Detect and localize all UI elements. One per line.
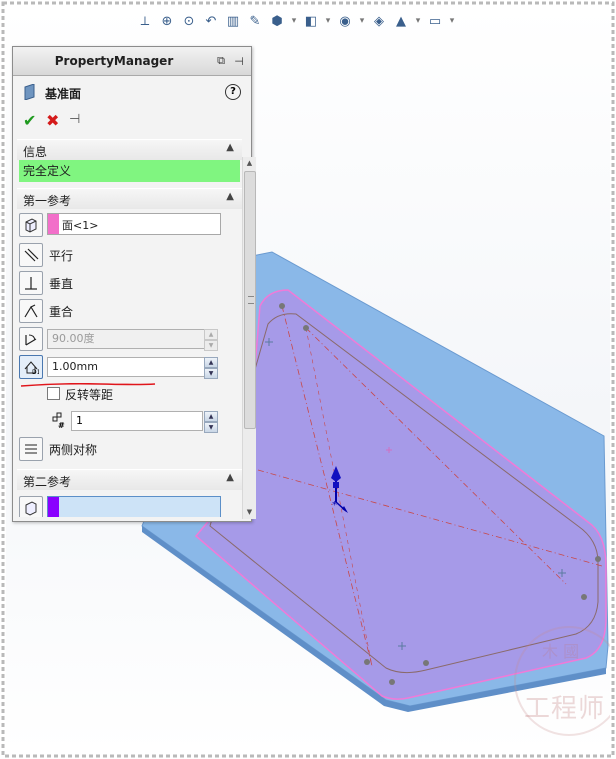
svg-text:D1: D1	[32, 369, 39, 375]
mid-plane-label: 两侧对称	[49, 443, 98, 457]
selection-color-swatch	[48, 214, 59, 234]
second-reference-selection-row	[17, 494, 242, 517]
view-settings-icon[interactable]: ▭	[426, 12, 444, 30]
zoom-area-icon[interactable]: ⊙	[180, 12, 198, 30]
dynamic-annotation-icon[interactable]: ✎	[246, 12, 264, 30]
display-style-icon[interactable]: ◧	[302, 12, 320, 30]
property-sections: 信息 ▲ 完全定义 第一参考 ▲ 面<1> 平行 垂直 重合 90.00度 ▲ …	[17, 139, 242, 517]
panel-scrollbar[interactable]: ▲ ▼	[242, 157, 256, 519]
instance-count-icon: #	[49, 412, 67, 430]
first-reference-selection-row: 面<1>	[17, 211, 242, 241]
collapse-panel-icon[interactable]: ⧉	[213, 53, 229, 69]
offset-distance-spinner[interactable]: ▲ ▼	[204, 357, 218, 379]
angle-spinner[interactable]: ▲ ▼	[204, 329, 218, 351]
mid-plane-option[interactable]: 两侧对称	[17, 435, 242, 465]
property-manager-panel: PropertyManager ⧉ ⊣ 基准面 ? ✔ ✖ ⊣ 信息 ▲ 完全定…	[12, 46, 256, 522]
property-manager-title: PropertyManager	[54, 54, 174, 68]
chevron-up-icon[interactable]: ▲	[226, 191, 234, 202]
first-reference-selection-box[interactable]: 面<1>	[47, 213, 221, 235]
parallel-label: 平行	[49, 249, 74, 263]
plane-feature-icon	[24, 84, 35, 100]
svg-text:#: #	[58, 421, 65, 430]
flip-offset-checkbox[interactable]	[47, 387, 60, 400]
offset-distance-option: D1 1.00mm ▲ ▼	[17, 353, 242, 381]
chevron-up-icon[interactable]: ▲	[226, 472, 234, 483]
coincident-label: 重合	[49, 305, 74, 319]
face-reference-icon	[19, 496, 43, 517]
info-section-title: 信息	[23, 145, 48, 159]
watermark-top-text: 木 國	[542, 642, 580, 661]
chevron-down-icon[interactable]: ▾	[324, 12, 332, 30]
perpendicular-label: 垂直	[49, 277, 74, 291]
flip-offset-label: 反转等距	[65, 388, 114, 402]
mid-plane-icon[interactable]	[19, 437, 43, 461]
perpendicular-icon[interactable]	[19, 271, 43, 295]
angle-input[interactable]: 90.00度	[47, 329, 207, 349]
selection-color-swatch	[48, 497, 59, 517]
first-reference-title: 第一参考	[23, 194, 72, 208]
watermark-text: 工程师	[524, 694, 606, 724]
cancel-button[interactable]: ✖	[46, 111, 59, 130]
second-reference-title: 第二参考	[23, 475, 72, 489]
svg-text:*: *	[332, 500, 337, 511]
status-message: 完全定义	[19, 160, 240, 182]
property-manager-header: PropertyManager ⧉ ⊣	[13, 47, 251, 76]
chevron-down-icon[interactable]: ▾	[358, 12, 366, 30]
keep-visible-button[interactable]: ⊣	[69, 112, 80, 127]
second-reference-selection-box[interactable]	[47, 496, 221, 517]
heads-up-view-toolbar: ⟂ ⊕ ⊙ ↶ ▥ ✎ ⬢ ▾ ◧ ▾ ◉ ▾ ◈ ▲ ▾ ▭ ▾	[136, 10, 456, 32]
feature-title-row: 基准面 ?	[13, 76, 251, 108]
angle-option: 90.00度 ▲ ▼	[17, 325, 242, 353]
coincident-option[interactable]: 重合	[17, 297, 242, 325]
info-section-header[interactable]: 信息 ▲	[17, 139, 242, 160]
feature-name: 基准面	[45, 87, 82, 101]
pin-panel-icon[interactable]: ⊣	[231, 53, 247, 69]
apply-scene-icon[interactable]: ▲	[392, 12, 410, 30]
face-reference-icon	[19, 213, 43, 237]
edit-appearance-icon[interactable]: ◈	[370, 12, 388, 30]
chevron-up-icon[interactable]: ▲	[226, 142, 234, 153]
selection-value: 面<1>	[62, 219, 99, 232]
scroll-thumb[interactable]	[244, 171, 256, 429]
second-reference-header[interactable]: 第二参考 ▲	[17, 469, 242, 490]
angle-icon[interactable]	[19, 327, 43, 351]
chevron-down-icon[interactable]: ▾	[290, 12, 298, 30]
scroll-down-arrow-icon[interactable]: ▼	[243, 506, 256, 519]
parallel-option[interactable]: 平行	[17, 241, 242, 269]
instance-count-spinner[interactable]: ▲ ▼	[204, 411, 218, 433]
parallel-icon[interactable]	[19, 243, 43, 267]
instance-count-option: # 1 ▲ ▼	[17, 407, 242, 435]
scroll-up-arrow-icon[interactable]: ▲	[243, 157, 256, 170]
chevron-down-icon[interactable]: ▾	[414, 12, 422, 30]
ok-button[interactable]: ✔	[23, 111, 36, 130]
chevron-down-icon[interactable]: ▾	[448, 12, 456, 30]
section-view-icon[interactable]: ▥	[224, 12, 242, 30]
help-icon[interactable]: ?	[225, 84, 241, 100]
coincident-icon[interactable]	[19, 299, 43, 323]
hide-show-icon[interactable]: ◉	[336, 12, 354, 30]
view-orientation-icon[interactable]: ⟂	[136, 12, 154, 30]
red-underline-annotation	[20, 383, 156, 387]
offset-distance-input[interactable]: 1.00mm	[47, 357, 207, 377]
first-reference-header[interactable]: 第一参考 ▲	[17, 188, 242, 209]
instance-count-input[interactable]: 1	[71, 411, 203, 431]
previous-view-icon[interactable]: ↶	[202, 12, 220, 30]
offset-distance-icon[interactable]: D1	[19, 355, 43, 379]
zoom-fit-icon[interactable]: ⊕	[158, 12, 176, 30]
action-buttons: ✔ ✖ ⊣	[13, 108, 251, 134]
view-orientation-cube-icon[interactable]: ⬢	[268, 12, 286, 30]
perpendicular-option[interactable]: 垂直	[17, 269, 242, 297]
